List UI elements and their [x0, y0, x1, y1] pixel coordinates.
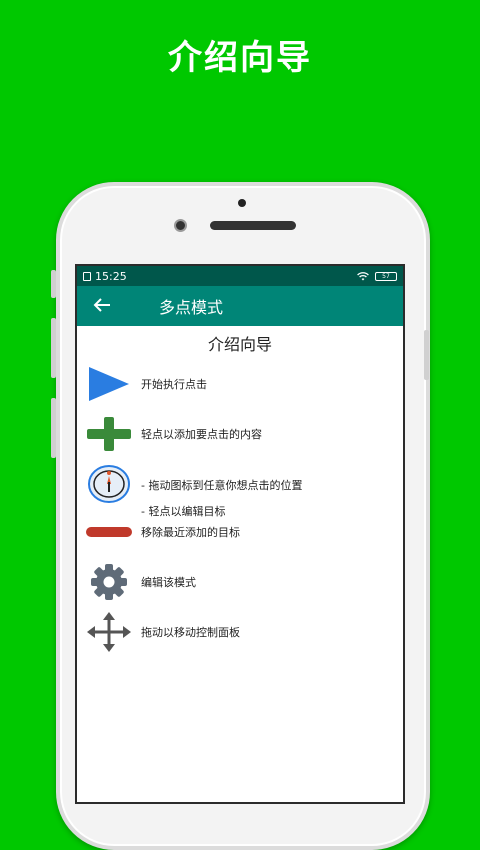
item-text: 轻点以添加要点击的内容 [141, 427, 262, 441]
guide-title: 介绍向导 [207, 335, 272, 354]
battery-icon: 57 [375, 271, 397, 281]
list-item: 移除最近添加的目标 [77, 512, 403, 552]
phone-screen: 15:25 57 多点模式 介绍向导 开始执行点击 轻点以添加要点击的内容 - … [75, 264, 405, 804]
proximity-sensor [238, 199, 246, 207]
phone-power-button [424, 330, 429, 380]
play-icon [85, 364, 133, 404]
target-icon [85, 464, 133, 504]
item-text: 拖动以移动控制面板 [141, 625, 240, 639]
wifi-icon [357, 271, 369, 280]
list-item: - 拖动图标到任意你想点击的位置 - 轻点以编辑目标 [77, 462, 403, 518]
promo-title: 介绍向导 [168, 38, 312, 78]
toolbar-title: 多点模式 [159, 298, 224, 317]
list-item: 开始执行点击 [77, 364, 403, 404]
status-bar: 15:25 57 [77, 266, 403, 286]
status-time: 15:25 [95, 269, 127, 283]
back-arrow-icon[interactable] [93, 294, 123, 318]
phone-mute-switch [51, 270, 56, 298]
list-item: 编辑该模式 [77, 560, 403, 604]
item-line: - 拖动图标到任意你想点击的位置 [141, 479, 303, 492]
item-text: 移除最近添加的目标 [141, 525, 240, 539]
earpiece-speaker [210, 221, 296, 230]
item-text: 开始执行点击 [141, 377, 207, 391]
list-item: 拖动以移动控制面板 [77, 610, 403, 654]
move-icon [85, 612, 133, 652]
item-text: 编辑该模式 [141, 575, 196, 589]
front-camera [174, 219, 187, 232]
plus-icon [85, 414, 133, 454]
sim-icon [83, 271, 91, 281]
gear-icon [85, 562, 133, 602]
minus-icon [85, 512, 133, 552]
list-item: 轻点以添加要点击的内容 [77, 414, 403, 454]
phone-volume-down [51, 398, 56, 458]
phone-volume-up [51, 318, 56, 378]
app-toolbar: 多点模式 [77, 286, 403, 326]
